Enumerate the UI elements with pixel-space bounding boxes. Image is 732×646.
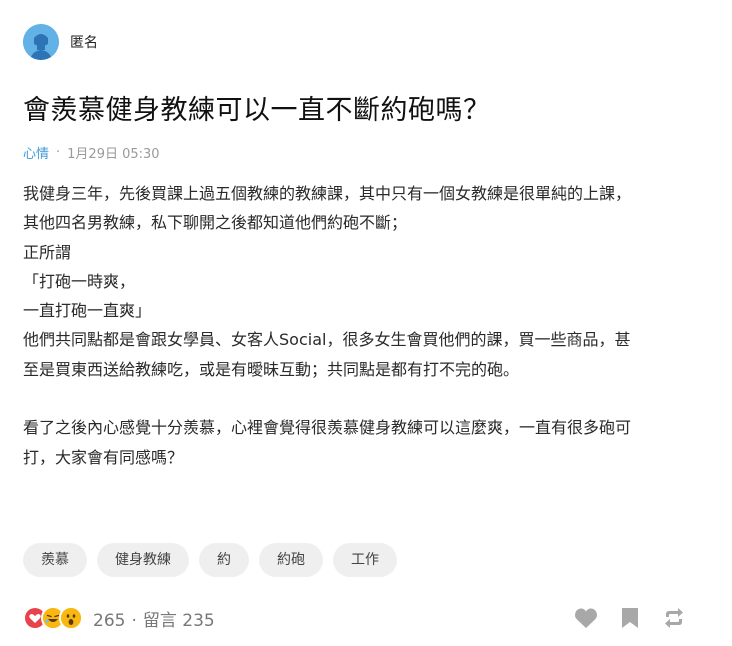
content-line: 至是買東西送給教練吃，或是有曖昧互動；共同點是都有打不完的砲。 [23, 359, 520, 379]
content-line: 正所謂 [23, 242, 72, 262]
meta-separator: · [56, 145, 61, 160]
content-line: 一直打砲一直爽」 [23, 301, 152, 321]
author-name[interactable]: 匿名 [70, 32, 98, 52]
comment-count[interactable]: 留言 235 [143, 611, 215, 631]
content-line: 我健身三年，先後買課上過五個教練的教練課，其中只有一個女教練是很單純的上課， [23, 184, 632, 203]
tag-chip[interactable]: 工作 [333, 543, 397, 577]
wow-emoji-icon [59, 606, 83, 630]
tag-chip[interactable]: 羨慕 [23, 543, 87, 577]
tag-chip[interactable]: 約 [199, 543, 249, 577]
reaction-count[interactable]: 265 [93, 611, 125, 631]
reaction-summary[interactable] [23, 606, 83, 630]
tag-list: 羨慕 健身教練 約 約砲 工作 [23, 543, 407, 577]
post-actions [556, 604, 688, 632]
share-icon [665, 608, 683, 628]
content-line: 「打砲一時爽， [23, 271, 136, 291]
forum-link[interactable]: 心情 [23, 143, 49, 162]
tag-chip[interactable]: 約砲 [259, 543, 323, 577]
author-header: 匿名 [23, 24, 98, 60]
post-content: 我健身三年，先後買課上過五個教練的教練課，其中只有一個女教練是很單純的上課， 其… [23, 179, 703, 472]
content-line: 他們共同點都是會跟女學員、女客人Social，很多女生會買他們的課，買一些商品，… [23, 330, 631, 350]
bookmark-button[interactable] [616, 604, 644, 632]
content-line: 其他四名男教練，私下聊開之後都知道他們約砲不斷； [23, 213, 408, 233]
post-stats: 265 · 留言 235 [93, 606, 215, 631]
anonymous-avatar-icon[interactable] [23, 24, 59, 60]
post-title: 會羨慕健身教練可以一直不斷約砲嗎？ [23, 95, 491, 126]
tag-chip[interactable]: 健身教練 [97, 543, 189, 577]
post-meta: 心情 · 1月29日 05:30 [23, 143, 160, 162]
like-button[interactable] [572, 604, 600, 632]
post-datetime: 1月29日 05:30 [67, 147, 160, 162]
content-line-blank [23, 384, 703, 413]
stats-separator: · [131, 610, 137, 631]
post-footer: 265 · 留言 235 [23, 603, 688, 633]
share-button[interactable] [660, 604, 688, 632]
heart-icon [575, 608, 597, 628]
content-line: 打，大家會有同感嗎？ [23, 447, 184, 467]
content-line: 看了之後內心感覺十分羨慕，心裡會覺得很羨慕健身教練可以這麼爽，一直有很多砲可 [23, 418, 632, 438]
bookmark-icon [622, 608, 638, 628]
